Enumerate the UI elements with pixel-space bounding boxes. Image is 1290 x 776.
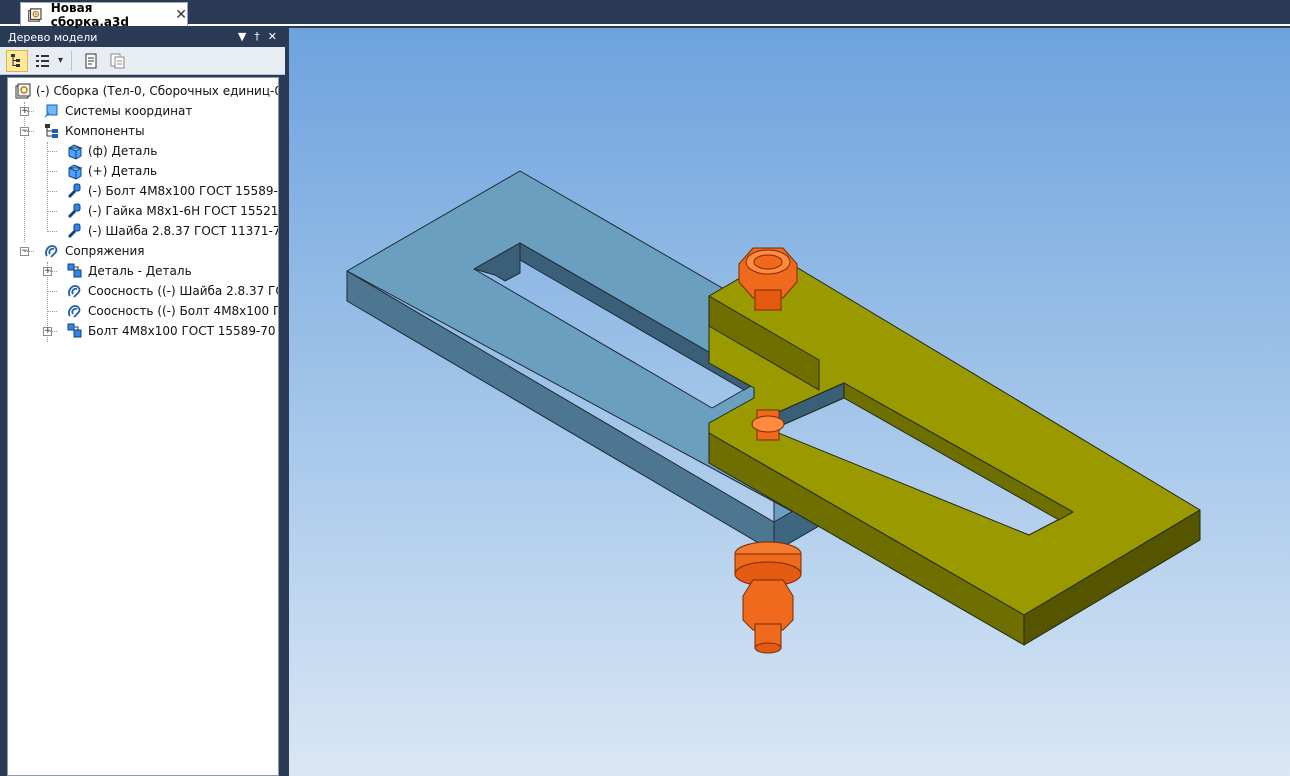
view-dropdown-icon[interactable]: ▾ — [58, 55, 63, 66]
assembly-icon — [15, 83, 31, 99]
tree-guide-line — [24, 102, 25, 242]
tree-guide-line — [24, 131, 34, 132]
tree-item-label: Системы координат — [65, 104, 193, 118]
close-icon[interactable]: ✕ — [175, 7, 187, 23]
part-icon — [68, 164, 83, 180]
tree-guide-line — [47, 191, 57, 192]
tree-item-label: (-) Болт 4M8x100 ГОСТ 15589-70 — [88, 184, 279, 198]
tree-item-label: (ф) Деталь — [88, 144, 158, 158]
mate-group-icon — [67, 263, 82, 278]
tree-guide-line — [47, 271, 57, 272]
tree-item[interactable]: (-) Гайка M8x1-6H ГОСТ 15521-70 — [66, 201, 279, 221]
tree-item[interactable]: (ф) Деталь — [66, 141, 157, 161]
model-tree[interactable]: (-) Сборка (Тел-0, Сборочных единиц-0, Д… — [7, 77, 279, 776]
panel-header: Дерево модели ▼ † ✕ — [0, 28, 285, 47]
panel-title: Дерево модели — [8, 31, 98, 44]
pin-icon[interactable]: † — [254, 30, 260, 43]
tree-guide-line — [47, 171, 57, 172]
standard-part-icon — [67, 203, 81, 219]
mates-icon — [45, 245, 58, 258]
tree-item-label: Деталь - Деталь — [88, 264, 192, 278]
tree-guide-line — [24, 111, 34, 112]
properties-button[interactable] — [80, 50, 102, 72]
tree-item[interactable]: Соосность ((-) Шайба 2.8.37 ГОСТ 1 — [66, 281, 278, 301]
3d-viewport[interactable] — [289, 28, 1290, 776]
tree-item[interactable]: Системы координат — [43, 101, 192, 121]
tree-item-label: Сопряжения — [65, 244, 145, 258]
structure-view-icon — [36, 54, 49, 67]
tree-item[interactable]: Деталь - Деталь — [66, 261, 192, 281]
panel-close-icon[interactable]: ✕ — [268, 30, 277, 43]
tree-item[interactable]: Компоненты — [43, 121, 145, 141]
tree-guide-line — [47, 331, 57, 332]
tree-item[interactable]: (-) Болт 4M8x100 ГОСТ 15589-70 — [66, 181, 279, 201]
assembly-icon — [28, 7, 42, 22]
mate-icon — [68, 305, 81, 318]
tree-item-label: (-) Гайка M8x1-6H ГОСТ 15521-70 — [88, 204, 279, 218]
document-tab-strip: Новая сборка.a3d ✕ — [0, 0, 1290, 29]
tree-guide-line — [47, 231, 57, 232]
tree-item[interactable]: Сопряжения — [43, 241, 144, 261]
tree-item[interactable]: (-) Сборка (Тел-0, Сборочных единиц-0, Д… — [14, 81, 278, 101]
document-tab-title: Новая сборка.a3d — [50, 0, 129, 29]
tree-item[interactable]: Соосность ((-) Болт 4M8x100 ГОСТ — [66, 301, 278, 321]
mate-icon — [68, 285, 81, 298]
tree-item[interactable]: Болт 4M8x100 ГОСТ 15589-70 - Дета — [66, 321, 278, 341]
model-tree-panel: Дерево модели ▼ † ✕ ▾ (-) Сборка (Тел-0,… — [0, 28, 285, 776]
tree-item-label: (-) Сборка (Тел-0, Сборочных единиц-0, Д… — [36, 84, 278, 98]
tree-guide-line — [24, 251, 34, 252]
tree-view-icon — [11, 53, 20, 67]
tree-guide-line — [47, 211, 57, 212]
tree-item[interactable]: (-) Шайба 2.8.37 ГОСТ 11371-78 — [66, 221, 279, 241]
tree-item-label: Болт 4M8x100 ГОСТ 15589-70 - Дета — [88, 324, 278, 338]
tree-item-label: Соосность ((-) Шайба 2.8.37 ГОСТ 1 — [88, 284, 278, 298]
panel-toolbar: ▾ — [0, 47, 285, 75]
tree-guide-line — [47, 142, 48, 232]
tree-item[interactable]: (+) Деталь — [66, 161, 157, 181]
tree-item-label: (+) Деталь — [88, 164, 158, 178]
tree-guide-line — [47, 311, 57, 312]
document-tab[interactable]: Новая сборка.a3d ✕ — [20, 0, 188, 29]
tree-item-label: (-) Шайба 2.8.37 ГОСТ 11371-78 — [88, 224, 279, 238]
tree-guide-line — [47, 291, 57, 292]
tree-item-label: Соосность ((-) Болт 4M8x100 ГОСТ — [88, 304, 278, 318]
panel-menu-dropdown-icon[interactable]: ▼ — [238, 30, 246, 43]
copy-properties-icon — [110, 53, 125, 68]
coordinate-systems-icon — [44, 104, 58, 118]
properties-icon — [85, 53, 97, 68]
tree-item-label: Компоненты — [65, 124, 145, 138]
part-icon — [68, 144, 83, 160]
components-icon — [45, 124, 58, 138]
toolbar-separator — [71, 50, 73, 71]
mate-group-icon — [67, 323, 82, 338]
standard-part-icon — [67, 223, 81, 239]
tree-view-button[interactable] — [6, 49, 28, 72]
application-window: Новая сборка.a3d ✕ Дерево модели ▼ † ✕ ▾… — [0, 0, 1290, 776]
structure-view-button[interactable] — [32, 50, 54, 72]
copy-properties-button[interactable] — [106, 50, 128, 72]
tree-guide-line — [47, 151, 57, 152]
assembly-3d-scene — [346, 170, 1201, 654]
standard-part-icon — [67, 183, 81, 199]
